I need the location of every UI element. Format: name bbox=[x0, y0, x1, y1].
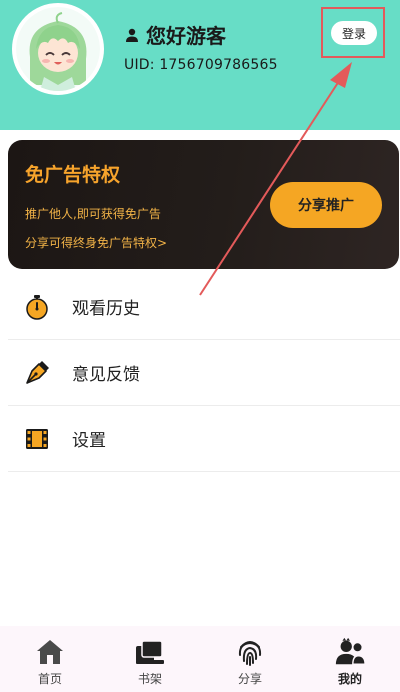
promo-description: 推广他人,即可获得免广告 bbox=[25, 207, 161, 221]
menu-item-label: 意见反馈 bbox=[72, 365, 140, 385]
avatar[interactable] bbox=[12, 3, 104, 95]
nav-label: 首页 bbox=[37, 672, 62, 686]
bookshelf-icon bbox=[134, 636, 166, 668]
nav-label: 分享 bbox=[237, 672, 262, 686]
nav-label: 书架 bbox=[137, 672, 162, 686]
nav-item-home[interactable]: 首页 bbox=[0, 626, 100, 692]
profile-header: 您好游客 UID: 1756709786565 登录 bbox=[0, 0, 400, 130]
nav-item-share[interactable]: 分享 bbox=[200, 626, 300, 692]
person-icon bbox=[126, 28, 138, 42]
login-highlight-box: 登录 bbox=[321, 7, 385, 58]
nav-item-bookshelf[interactable]: 书架 bbox=[100, 626, 200, 692]
nav-label: 我的 bbox=[337, 672, 362, 686]
login-button[interactable]: 登录 bbox=[331, 21, 377, 45]
ad-free-promo-card[interactable]: 免广告特权 推广他人,即可获得免广告 分享可得终身免广告特权> 分享推广 bbox=[8, 140, 399, 269]
nav-item-mine[interactable]: 我的 bbox=[300, 626, 400, 692]
users-icon bbox=[334, 636, 366, 668]
settings-menu: 观看历史 意见反馈 设置 bbox=[8, 274, 400, 472]
stopwatch-icon bbox=[24, 294, 50, 320]
menu-item-settings[interactable]: 设置 bbox=[8, 406, 400, 472]
share-promote-button[interactable]: 分享推广 bbox=[270, 182, 382, 228]
pen-nib-icon bbox=[24, 360, 50, 386]
fingerprint-icon bbox=[234, 636, 266, 668]
film-icon bbox=[24, 426, 50, 452]
anime-girl-avatar-icon bbox=[16, 7, 100, 91]
bottom-nav: 首页 书架 分享 我的 bbox=[0, 626, 400, 692]
home-icon bbox=[34, 636, 66, 668]
menu-item-history[interactable]: 观看历史 bbox=[8, 274, 400, 340]
user-id: UID: 1756709786565 bbox=[124, 57, 278, 73]
menu-item-label: 观看历史 bbox=[72, 299, 140, 319]
menu-item-label: 设置 bbox=[72, 431, 106, 451]
user-name: 您好游客 bbox=[146, 24, 226, 48]
user-greeting: 您好游客 bbox=[124, 20, 226, 49]
menu-item-feedback[interactable]: 意见反馈 bbox=[8, 340, 400, 406]
promo-title: 免广告特权 bbox=[25, 164, 121, 186]
promo-link[interactable]: 分享可得终身免广告特权> bbox=[25, 234, 167, 251]
